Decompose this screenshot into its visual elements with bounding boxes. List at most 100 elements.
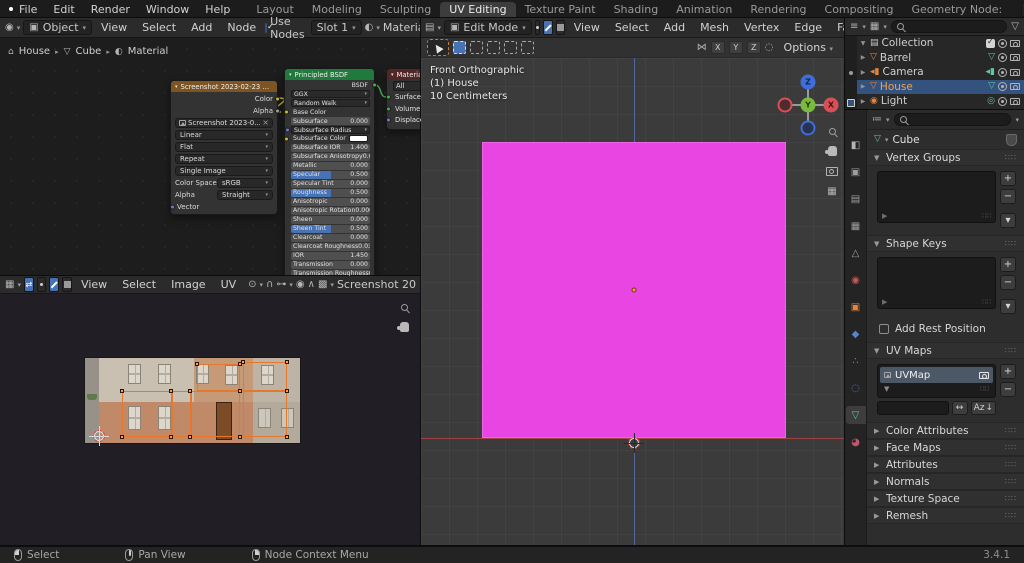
pivot-point-icon[interactable]: ⊙ (248, 280, 256, 290)
snap-target-icon[interactable]: ⊶ (276, 280, 286, 290)
uv-vertex[interactable] (241, 360, 245, 364)
workspace-tab[interactable]: Animation (667, 2, 741, 17)
panel-grip-icon[interactable]: ∷∷ (1005, 511, 1017, 520)
bsdf-input-row[interactable]: IOR 1.450 (291, 252, 370, 260)
editor-menu-item[interactable]: Select (136, 21, 182, 34)
invert-filter-button[interactable]: ↔ (952, 401, 968, 415)
tab-world[interactable]: ◉ (846, 271, 866, 289)
hide-eye-icon[interactable] (998, 39, 1007, 48)
bsdf-input-row[interactable]: Sheen Tint 0.500 (291, 225, 370, 233)
alpha-mode-row[interactable]: Alpha Straight (175, 190, 273, 201)
collapse-arrow-icon[interactable]: ▾ (175, 84, 178, 90)
panel-grip-icon[interactable]: ∷∷ (1005, 153, 1017, 162)
bsdf-output-socket[interactable] (372, 83, 377, 88)
outliner-row-light[interactable]: ▶ ◉ Light ◎ (857, 94, 1024, 109)
output-socket[interactable] (275, 96, 280, 101)
bsdf-input-row[interactable]: Transmission Roughness 0.000 (291, 270, 370, 276)
disable-render-icon[interactable] (1010, 69, 1020, 76)
input-socket[interactable] (386, 95, 391, 100)
use-nodes-checkbox[interactable] (265, 23, 267, 33)
disable-render-icon[interactable] (1010, 98, 1020, 105)
editor-menu-item[interactable]: Mesh (694, 21, 735, 34)
color-space-row[interactable]: Color Space sRGB (175, 178, 273, 189)
add-vertex-group-button[interactable]: + (1000, 171, 1016, 186)
bsdf-input-row[interactable]: Roughness 0.500 (291, 189, 370, 197)
hide-eye-icon[interactable] (998, 68, 1007, 77)
editor-type-icon[interactable]: ◉ (5, 23, 14, 33)
workspace-tab[interactable]: Compositing (816, 2, 903, 17)
uv-vertex[interactable] (188, 435, 192, 439)
properties-search-input[interactable] (894, 113, 1012, 126)
disable-render-icon[interactable] (1010, 40, 1020, 47)
select-extend-tool-button[interactable] (470, 41, 483, 54)
outliner-row-collection[interactable]: ▼ ▤ Collection (857, 36, 1024, 51)
bsdf-input-row[interactable]: Specular 0.500 (291, 171, 370, 179)
bsdf-input-row[interactable]: Sheen 0.000 (291, 216, 370, 224)
editor-menu-item[interactable]: View (95, 21, 133, 34)
pan-hand-icon[interactable] (400, 322, 409, 332)
bsdf-input-row[interactable]: Metallic 0.000 (291, 162, 370, 170)
add-rest-position-checkbox[interactable] (879, 324, 889, 334)
input-socket[interactable] (386, 117, 391, 122)
mirror-y-button[interactable]: Y (729, 41, 743, 54)
workspace-tab[interactable]: Rendering (741, 2, 815, 17)
hide-eye-icon[interactable] (998, 53, 1007, 62)
tab-render[interactable]: ▣ (846, 163, 866, 181)
node-dropdown-row[interactable]: Single Image (175, 166, 273, 177)
input-socket[interactable] (284, 110, 289, 115)
gizmo-x-neg-axis[interactable] (778, 98, 793, 113)
shader-type-dropdown[interactable]: ▣ Object ▾ (23, 20, 92, 35)
workspace-tab[interactable]: Sculpting (371, 2, 440, 17)
node-dropdown-row[interactable]: Linear (175, 130, 273, 141)
bsdf-input-row[interactable]: Clearcoat Roughness 0.030 (291, 243, 370, 251)
distribution-dropdown[interactable]: GGX (291, 90, 370, 98)
node-header[interactable]: ▾ Principled BSDF (285, 69, 374, 80)
bsdf-input-row[interactable]: Subsurface 0.000 (291, 117, 370, 125)
grip-icon[interactable]: ∷∷ (982, 212, 991, 220)
chevron-down-icon[interactable]: ▾ (1015, 116, 1019, 124)
editor-menu-item[interactable]: Vertex (738, 21, 785, 34)
face-select-mode-button[interactable] (62, 277, 72, 292)
editor-menu-item[interactable]: UV (215, 278, 243, 291)
shape-keys-list[interactable]: ▶∷∷ (877, 257, 996, 309)
image-texture-node[interactable]: ▾ Screenshot 2023-02-23 034653.png Color… (170, 80, 278, 215)
toggle-perspective-grid-icon[interactable]: ▦ (827, 187, 836, 197)
node-header[interactable]: ▾ Screenshot 2023-02-23 034653.png (171, 81, 277, 92)
viewport-canvas[interactable]: Front Orthographic (1) House 10 Centimet… (421, 58, 845, 546)
add-rest-position-row[interactable]: Add Rest Position (867, 321, 1024, 342)
display-mode-icon[interactable]: ▦ (870, 22, 879, 32)
falloff-icon[interactable]: ∧ (308, 280, 315, 290)
editor-menu-item[interactable]: Add (185, 21, 218, 34)
uv-vertex[interactable] (120, 389, 124, 393)
face-select-mode-button[interactable] (556, 20, 565, 35)
editor-menu-item[interactable]: View (568, 21, 606, 34)
expand-arrow-icon[interactable]: ▶ (859, 54, 867, 61)
workspace-tab[interactable]: UV Editing (440, 2, 515, 17)
collapse-arrow-icon[interactable]: ▾ (289, 72, 292, 78)
grip-icon[interactable]: ∷∷ (982, 298, 991, 306)
gizmo-x-axis[interactable]: X (824, 98, 839, 113)
workspace-tab[interactable]: Geometry Node: (902, 2, 1011, 17)
editor-menu-item[interactable]: Select (116, 278, 162, 291)
outliner-row-camera[interactable]: ▶ ◂▮ Camera ◂▮ (857, 65, 1024, 80)
tab-physics[interactable]: ◌ (846, 379, 866, 397)
editor-menu-item[interactable]: Edge (788, 21, 828, 34)
unlink-image-icon[interactable]: × (262, 118, 269, 127)
material-name[interactable]: Materia (383, 21, 425, 34)
uv-edge[interactable] (190, 391, 192, 437)
bsdf-input-row[interactable]: Transmission 0.000 (291, 261, 370, 269)
render-active-icon[interactable] (979, 372, 989, 379)
list-search-input[interactable] (877, 401, 949, 415)
properties-panel-header[interactable]: ▶ Remesh ∷∷ (867, 507, 1024, 524)
input-socket[interactable] (284, 136, 289, 141)
editor-type-icon[interactable]: ≡ (850, 22, 858, 32)
sort-alphabetical-button[interactable]: Az↓ (971, 401, 996, 415)
editor-menu-item[interactable]: Select (609, 21, 655, 34)
panel-grip-icon[interactable]: ∷∷ (1005, 443, 1017, 452)
vertex-groups-list[interactable]: ▶∷∷ (877, 171, 996, 223)
proportional-editing-icon[interactable]: ◉ (296, 280, 305, 290)
menubar-item[interactable]: Help (198, 3, 237, 16)
bsdf-input-row[interactable]: Subsurface Radius (291, 126, 370, 134)
uv-vertex[interactable] (238, 389, 242, 393)
select-invert-tool-button[interactable] (504, 41, 517, 54)
